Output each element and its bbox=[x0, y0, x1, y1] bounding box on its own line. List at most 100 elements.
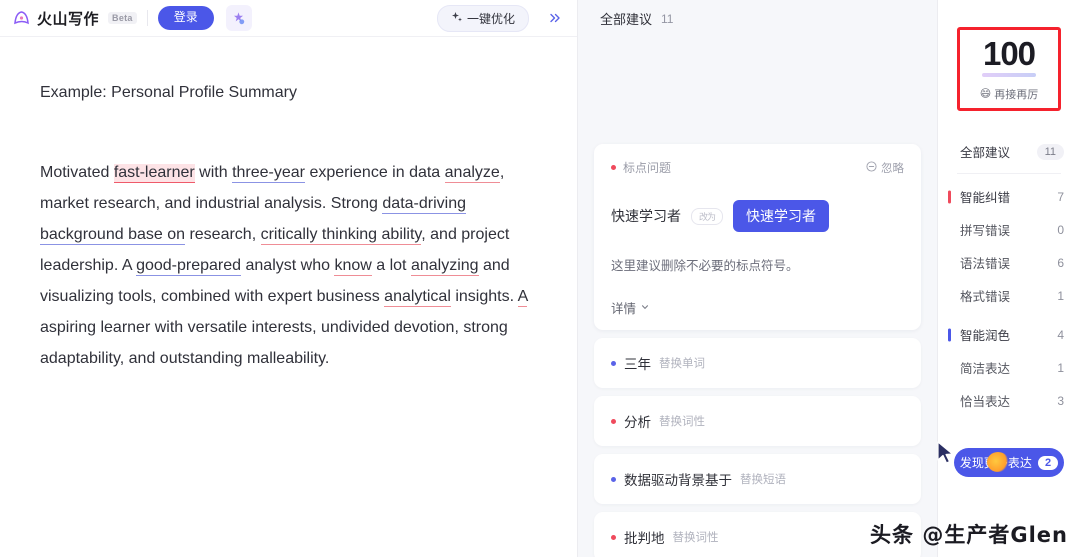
category-child-count: 1 bbox=[1057, 288, 1064, 303]
category-child-0-1[interactable]: 语法错误 6 bbox=[938, 246, 1080, 279]
discover-more-button[interactable]: 发现更多表达 2 bbox=[954, 448, 1064, 477]
document-text: experience in data bbox=[305, 164, 445, 181]
category-group-count: 7 bbox=[1057, 189, 1064, 204]
card-tag: 标点问题 bbox=[611, 159, 671, 176]
suggestions-list: 标点问题 忽略 快速学习者 改为 快速学习者 这里建议删除不必要的标点符号。 详… bbox=[578, 37, 937, 557]
card-tag-label: 标点问题 bbox=[623, 161, 672, 175]
suggestion-item-action: 替换词性 bbox=[672, 532, 719, 544]
one-click-optimize-button[interactable]: 一键优化 bbox=[436, 4, 529, 32]
suggestion-item-word: 分析 bbox=[624, 415, 651, 430]
flagged-text[interactable]: know bbox=[334, 257, 372, 276]
category-child-0-0[interactable]: 拼写错误 0 bbox=[938, 213, 1080, 246]
suggestion-item-action: 替换单词 bbox=[659, 358, 705, 370]
category-marker bbox=[948, 328, 951, 341]
flagged-text[interactable]: three-year bbox=[232, 164, 305, 183]
suggestion-item-action: 替换词性 bbox=[659, 416, 705, 428]
category-group-1[interactable]: 智能润色 4 bbox=[938, 318, 1080, 351]
category-marker bbox=[948, 190, 951, 203]
brand-name: 火山写作 bbox=[37, 10, 100, 28]
card-detail-toggle[interactable]: 详情 bbox=[611, 298, 904, 317]
magic-wand-icon[interactable] bbox=[225, 5, 252, 31]
category-group-label: 智能纠错 bbox=[960, 191, 1011, 205]
severity-dot-icon bbox=[611, 476, 616, 482]
category-child-count: 6 bbox=[1057, 255, 1064, 270]
document-text: research, bbox=[185, 226, 261, 243]
ignore-label: 忽略 bbox=[881, 162, 904, 175]
document-text: aspiring learner with versatile interest… bbox=[40, 319, 508, 367]
flagged-text[interactable]: analyzing bbox=[410, 257, 479, 276]
editor-pane: 火山写作 Beta 登录 一键优化 Example: Personal Prof… bbox=[0, 0, 578, 557]
apply-replacement-button[interactable]: 快速学习者 bbox=[733, 200, 830, 232]
category-divider bbox=[957, 173, 1061, 174]
category-all[interactable]: 全部建议 11 bbox=[938, 135, 1080, 168]
suggestion-item-word: 数据驱动背景基于 bbox=[624, 473, 732, 488]
suggestions-title: 全部建议 bbox=[600, 12, 653, 27]
category-child-label: 恰当表达 bbox=[960, 395, 1011, 409]
suggestions-header: 全部建议 11 bbox=[578, 0, 937, 37]
optimize-label: 一键优化 bbox=[466, 11, 515, 26]
sparkle-icon bbox=[451, 11, 463, 26]
brand-logo: 火山写作 Beta bbox=[12, 8, 137, 29]
beta-badge: Beta bbox=[108, 12, 137, 24]
score-sidebar: 100 😄 再接再厉 全部建议 11 智能纠错 7 拼写错误 0 语法错误 6 格式错误 1 智… bbox=[937, 0, 1080, 557]
score-caption: 😄 再接再厉 bbox=[980, 86, 1038, 102]
volcano-logo-icon bbox=[12, 8, 32, 28]
flagged-text[interactable]: fast-learner bbox=[113, 164, 195, 183]
score-caption-label: 再接再厉 bbox=[994, 88, 1039, 101]
suggestion-item[interactable]: 三年 替换单词 bbox=[594, 338, 921, 388]
chevron-down-icon bbox=[640, 301, 650, 315]
discover-more-label: 发现更多表达 bbox=[959, 456, 1032, 470]
replacement-row: 快速学习者 改为 快速学习者 bbox=[611, 200, 904, 232]
minus-circle-icon bbox=[866, 160, 877, 175]
category-child-0-2[interactable]: 格式错误 1 bbox=[938, 279, 1080, 312]
card-detail-label: 详情 bbox=[611, 302, 637, 316]
score-box: 100 😄 再接再厉 bbox=[957, 27, 1061, 111]
category-group-label: 智能润色 bbox=[960, 329, 1011, 343]
card-header: 标点问题 忽略 bbox=[611, 159, 904, 176]
document-text: with bbox=[194, 164, 233, 181]
suggestion-card-active[interactable]: 标点问题 忽略 快速学习者 改为 快速学习者 这里建议删除不必要的标点符号。 详… bbox=[594, 144, 921, 330]
category-child-count: 1 bbox=[1057, 360, 1064, 375]
category-group-0[interactable]: 智能纠错 7 bbox=[938, 180, 1080, 213]
toolbar-divider bbox=[146, 10, 148, 26]
category-child-label: 语法错误 bbox=[960, 257, 1011, 271]
document-paragraph[interactable]: Motivated fast-learner with three-year e… bbox=[40, 157, 539, 374]
login-button[interactable]: 登录 bbox=[157, 6, 214, 30]
suggestion-item[interactable]: 分析 替换词性 bbox=[594, 396, 921, 446]
score-value: 100 bbox=[982, 34, 1036, 72]
category-list: 全部建议 11 智能纠错 7 拼写错误 0 语法错误 6 格式错误 1 智能润色 4 简洁表达 1 恰当… bbox=[938, 135, 1080, 417]
suggestion-item[interactable]: 数据驱动背景基于 替换短语 bbox=[594, 454, 921, 504]
suggestion-item-word: 批判地 bbox=[624, 531, 665, 546]
change-to-pill: 改为 bbox=[691, 207, 724, 225]
editor-toolbar: 火山写作 Beta 登录 一键优化 bbox=[0, 0, 577, 37]
flagged-text[interactable]: analyze bbox=[444, 164, 500, 183]
category-child-1-1[interactable]: 恰当表达 3 bbox=[938, 384, 1080, 417]
score-underline-decoration bbox=[982, 72, 1036, 77]
flagged-text[interactable]: analytical bbox=[384, 288, 451, 307]
document-text: insights. bbox=[450, 288, 518, 305]
category-child-label: 简洁表达 bbox=[960, 362, 1011, 376]
category-child-1-0[interactable]: 简洁表达 1 bbox=[938, 351, 1080, 384]
suggestions-pane: 全部建议 11 标点问题 忽略 快速学习者 改为 快速学习者 这里建议删除不必要… bbox=[578, 0, 938, 557]
suggestion-item-word: 三年 bbox=[624, 357, 651, 372]
flagged-text[interactable]: critically thinking ability bbox=[260, 226, 422, 245]
category-child-label: 格式错误 bbox=[960, 290, 1011, 304]
category-all-label: 全部建议 bbox=[960, 146, 1011, 160]
app-window: 火山写作 Beta 登录 一键优化 Example: Personal Prof… bbox=[0, 0, 1080, 557]
ignore-button[interactable]: 忽略 bbox=[866, 160, 904, 176]
document-text: Motivated bbox=[40, 164, 114, 181]
document-text: a lot bbox=[371, 257, 411, 274]
category-all-count: 11 bbox=[1036, 143, 1064, 160]
category-child-count: 3 bbox=[1057, 393, 1064, 408]
smile-emoji-icon: 😄 bbox=[979, 88, 992, 100]
double-chevron-right-icon[interactable] bbox=[543, 6, 567, 30]
category-child-count: 0 bbox=[1057, 222, 1064, 237]
flagged-text[interactable]: good-prepared bbox=[136, 257, 242, 276]
document-editor[interactable]: Example: Personal Profile Summary Motiva… bbox=[0, 37, 577, 557]
card-explanation: 这里建议删除不必要的标点符号。 bbox=[611, 259, 799, 273]
severity-dot-icon bbox=[611, 418, 616, 424]
category-group-count: 4 bbox=[1057, 327, 1064, 342]
discover-more-badge: 2 bbox=[1037, 455, 1059, 470]
flagged-text[interactable]: A bbox=[517, 288, 528, 307]
severity-dot-icon bbox=[611, 534, 616, 540]
